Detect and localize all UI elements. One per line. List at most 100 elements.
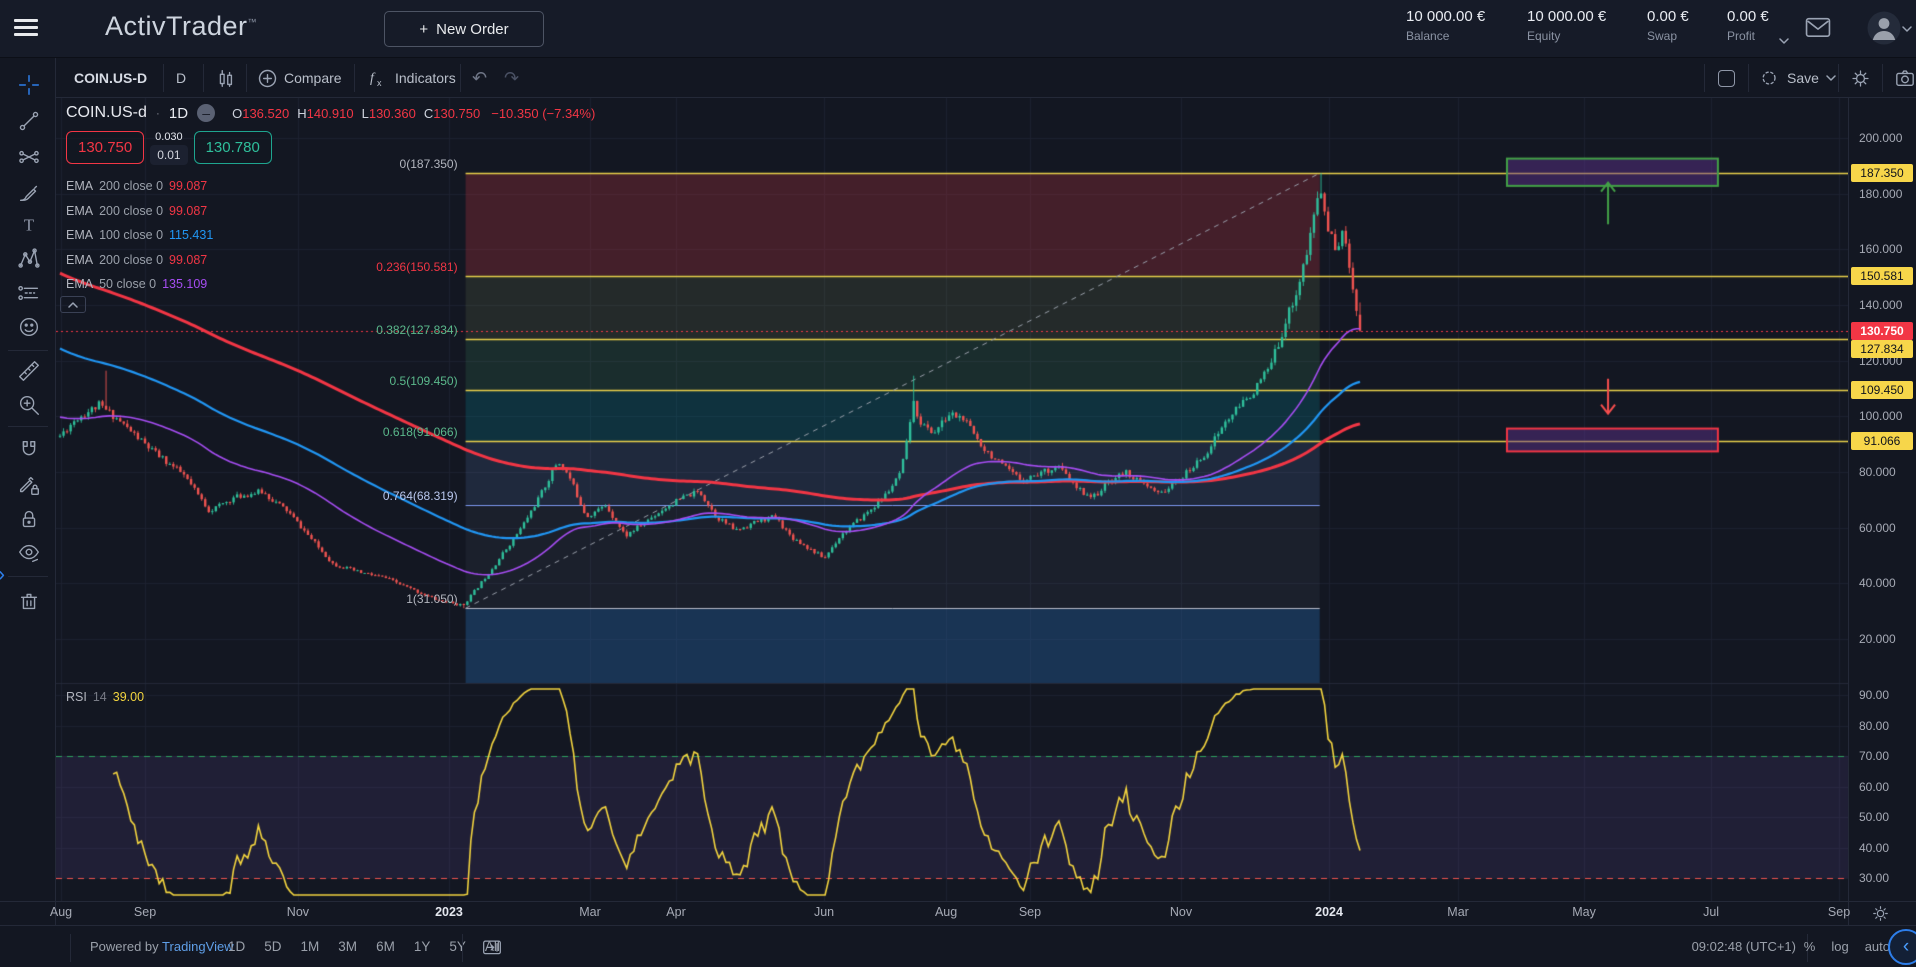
log-scale-button[interactable]: log xyxy=(1831,939,1848,954)
brush-icon xyxy=(16,179,42,205)
eye-icon xyxy=(16,540,42,566)
tool-crosshair[interactable] xyxy=(14,70,44,100)
divider xyxy=(1848,98,1849,925)
time-tick-label: Apr xyxy=(666,905,685,919)
chart-style-button[interactable] xyxy=(214,58,236,98)
divider xyxy=(8,426,48,427)
ohlc-key: O xyxy=(232,106,242,121)
lot-step-value[interactable]: 0.01 xyxy=(150,145,187,165)
range-button-5y[interactable]: 5Y xyxy=(449,939,466,954)
rsi-tick-label: 80.00 xyxy=(1859,719,1889,733)
time-axis[interactable]: AugSepNov2023MarAprJunAugSepNov2024MarMa… xyxy=(56,901,1848,925)
tool-lock[interactable] xyxy=(14,504,44,534)
ohlc-key: L xyxy=(362,106,369,121)
collapse-symbol-icon[interactable]: – xyxy=(197,104,215,122)
ruler-icon xyxy=(16,358,42,384)
clock[interactable]: 09:02:48 (UTC+1) xyxy=(1692,939,1796,954)
price-tick-label: 100.000 xyxy=(1859,409,1902,423)
indicators-button[interactable]: f x Indicators xyxy=(366,58,456,98)
rsi-tick-label: 70.00 xyxy=(1859,749,1889,763)
indicator-name: EMA xyxy=(66,228,93,242)
mail-icon[interactable] xyxy=(1804,16,1832,40)
account-caret-icon[interactable] xyxy=(1902,26,1912,33)
price-axis[interactable]: 200.000180.000160.000140.000120.000100.0… xyxy=(1849,98,1916,901)
tool-magnet[interactable] xyxy=(14,435,44,465)
last-price-badge: 130.750 xyxy=(1851,322,1913,340)
go-to-date-icon[interactable] xyxy=(482,938,502,956)
level-price-badge: 109.450 xyxy=(1851,381,1913,399)
rsi-value: 39.00 xyxy=(113,690,144,704)
tool-forecast[interactable] xyxy=(14,278,44,308)
price-tick-label: 60.000 xyxy=(1859,521,1896,535)
menu-icon[interactable] xyxy=(14,19,38,39)
level-price-badge: 127.834 xyxy=(1851,340,1913,358)
sun-icon[interactable] xyxy=(1871,904,1890,923)
save-layout-button[interactable]: Save xyxy=(1760,58,1836,98)
tradingview-link[interactable]: TradingView xyxy=(162,939,234,954)
compare-button[interactable]: Compare xyxy=(258,58,342,98)
stat-value: 0.00 € xyxy=(1727,8,1769,25)
tool-zoom-in[interactable] xyxy=(14,390,44,420)
range-button-1y[interactable]: 1Y xyxy=(414,939,431,954)
price-chart-canvas[interactable] xyxy=(56,98,1848,901)
chevron-up-icon xyxy=(68,302,78,308)
collapse-panel-button[interactable]: ‹ xyxy=(1888,929,1916,965)
tool-brush[interactable] xyxy=(14,177,44,207)
range-button-6m[interactable]: 6M xyxy=(376,939,395,954)
indicator-row[interactable]: EMA 100 close 0 115.431 xyxy=(66,223,213,248)
tool-hide-drawings[interactable] xyxy=(14,538,44,568)
price-tick-label: 200.000 xyxy=(1859,131,1902,145)
range-button-5d[interactable]: 5D xyxy=(264,939,281,954)
legend-separator: · xyxy=(156,106,160,120)
indicator-value: 115.431 xyxy=(169,228,213,242)
tool-fib-retracement[interactable] xyxy=(14,142,44,172)
account-stat: 10 000.00 €Equity xyxy=(1527,8,1606,43)
svg-text:x: x xyxy=(377,78,382,88)
indicator-row[interactable]: EMA200 close 099.087 xyxy=(66,199,213,224)
time-tick-label: Mar xyxy=(1447,905,1469,919)
expand-panel-chevron[interactable]: › xyxy=(0,563,5,587)
divider xyxy=(1882,64,1883,92)
tool-trend-line[interactable] xyxy=(14,106,44,136)
zoom-in-icon xyxy=(16,392,42,418)
level-price-badge: 91.066 xyxy=(1851,432,1913,450)
range-button-3m[interactable]: 3M xyxy=(338,939,357,954)
percent-scale-button[interactable]: % xyxy=(1804,939,1816,954)
sell-button[interactable]: 130.750 xyxy=(66,131,144,164)
legend-collapse-button[interactable] xyxy=(60,296,86,313)
indicator-row[interactable]: EMA50 close 0135.109 xyxy=(66,272,213,297)
undo-button[interactable]: ↶ xyxy=(472,58,487,98)
tool-ruler[interactable] xyxy=(14,356,44,386)
range-button-1d[interactable]: 1D xyxy=(228,939,245,954)
tool-remove-drawings[interactable] xyxy=(14,586,44,616)
indicator-row[interactable]: EMA200 close 099.087 xyxy=(66,248,213,273)
tool-text[interactable]: T xyxy=(14,210,44,240)
legend-symbol[interactable]: COIN.US-d xyxy=(66,104,147,122)
indicator-args: 200 close 0 xyxy=(99,253,163,267)
new-order-button[interactable]: + New Order xyxy=(384,11,544,47)
tool-lock-drawings[interactable] xyxy=(14,470,44,500)
auto-scale-button[interactable]: auto xyxy=(1865,939,1890,954)
buy-button[interactable]: 130.780 xyxy=(194,131,272,164)
screenshot-button[interactable] xyxy=(1894,58,1916,98)
time-tick-label: Nov xyxy=(1170,905,1192,919)
layout-button[interactable] xyxy=(1718,58,1735,98)
gear-icon xyxy=(1850,68,1871,89)
ohlc-key: H xyxy=(297,106,306,121)
avatar-icon[interactable] xyxy=(1866,10,1902,46)
indicator-row[interactable]: EMA200 close 099.087 xyxy=(66,174,213,199)
symbol-search-button[interactable]: COIN.US-D xyxy=(74,58,147,98)
ohlc-key: C xyxy=(424,106,433,121)
indicator-args: 100 close 0 xyxy=(99,228,163,242)
redo-button[interactable]: ↷ xyxy=(504,58,519,98)
tool-emoji[interactable] xyxy=(14,312,44,342)
chart-settings-button[interactable] xyxy=(1850,58,1871,98)
tool-xabcd-pattern[interactable] xyxy=(14,244,44,274)
ohlc-values: O136.520H140.910L130.360C130.750 xyxy=(232,106,480,121)
range-button-1m[interactable]: 1M xyxy=(301,939,320,954)
interval-button[interactable]: D xyxy=(176,58,186,98)
activtrader-app: ActivTrader™ + New Order 10 000.00 €Bala… xyxy=(0,0,1916,967)
price-tick-label: 140.000 xyxy=(1859,298,1902,312)
profit-caret-icon[interactable] xyxy=(1779,38,1789,45)
divider xyxy=(462,934,463,962)
